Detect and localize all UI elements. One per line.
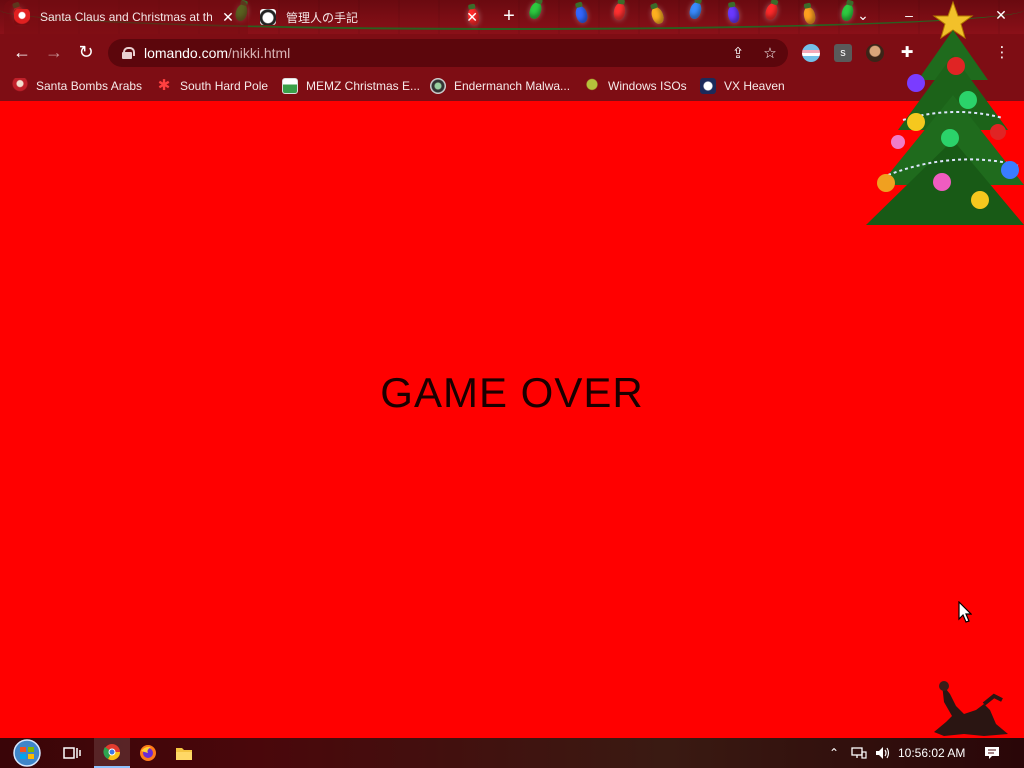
reload-button[interactable]: ↻ — [72, 38, 100, 66]
tab-title: 管理人の手記 — [286, 10, 359, 25]
chrome-icon[interactable] — [94, 738, 130, 768]
close-tab-icon[interactable]: ✕ — [464, 9, 480, 26]
task-view-icon[interactable] — [56, 738, 88, 768]
tab-title: Santa Claus and Christmas at the — [40, 10, 212, 24]
santa-icon — [14, 9, 30, 25]
bookmark-windows-isos[interactable]: Windows ISOs — [584, 76, 687, 96]
bookmark-memz-christmas[interactable]: MEMZ Christmas E... — [282, 76, 420, 96]
extension-s-icon[interactable]: s — [834, 44, 852, 62]
close-tab-icon[interactable]: ✕ — [220, 9, 236, 26]
panda-icon — [260, 9, 276, 25]
start-orb-icon[interactable] — [6, 738, 48, 768]
network-icon[interactable] — [848, 738, 870, 768]
bookmark-south-hard-pole[interactable]: ✱ South Hard Pole — [156, 76, 268, 96]
taskbar-clock[interactable]: 10:56:02 AM — [898, 738, 965, 768]
share-icon[interactable]: ⇪ — [728, 43, 748, 63]
tab-kanrinin-no-shuki[interactable]: 管理人の手記 ✕ — [250, 0, 490, 34]
bookmark-label: Windows ISOs — [608, 79, 687, 93]
bookmark-vx-heaven[interactable]: VX Heaven — [700, 76, 785, 96]
game-over-text: GAME OVER — [380, 369, 644, 416]
creature-figure-icon — [934, 681, 1008, 736]
bird-icon — [584, 78, 600, 94]
vx-icon — [700, 78, 716, 94]
bookmark-label: Endermanch Malwa... — [454, 79, 571, 93]
snowflake-icon: ✱ — [157, 77, 171, 94]
action-center-icon[interactable] — [978, 738, 1006, 768]
bookmark-label: VX Heaven — [724, 79, 785, 93]
file-explorer-icon[interactable] — [168, 738, 200, 768]
mouse-cursor-icon — [958, 601, 972, 623]
bookmark-santa-bombs-arabs[interactable]: Santa Bombs Arabs — [12, 76, 142, 96]
santa-icon — [12, 78, 28, 94]
extension-flag-icon[interactable] — [802, 44, 820, 62]
taskbar: ⌃ 10:56:02 AM — [0, 738, 1024, 768]
bookmark-label: South Hard Pole — [180, 79, 269, 93]
bookmark-endermanch-malware[interactable]: Endermanch Malwa... — [430, 76, 570, 96]
firefox-icon[interactable] — [132, 738, 164, 768]
url-host: lomando.com — [144, 45, 229, 61]
show-hidden-icons-chevron-icon[interactable]: ⌃ — [824, 738, 844, 768]
bookmark-label: MEMZ Christmas E... — [306, 79, 421, 93]
new-tab-button[interactable]: + — [498, 6, 520, 28]
url-path: /nikki.html — [228, 45, 291, 61]
lock-icon[interactable] — [122, 47, 135, 59]
tab-santa-claus[interactable]: Santa Claus and Christmas at the ✕ — [4, 0, 248, 34]
back-button[interactable]: ← — [8, 38, 36, 66]
volume-icon[interactable] — [872, 738, 894, 768]
forward-button[interactable]: → — [40, 38, 68, 66]
enderman-icon — [430, 78, 446, 94]
bookmark-label: Santa Bombs Arabs — [36, 79, 143, 93]
memz-icon — [282, 78, 298, 94]
bookmark-star-icon[interactable]: ☆ — [760, 43, 780, 63]
christmas-tree-icon — [866, 0, 1024, 225]
address-bar[interactable]: lomando.com/nikki.html ⇪ ☆ — [108, 39, 788, 67]
